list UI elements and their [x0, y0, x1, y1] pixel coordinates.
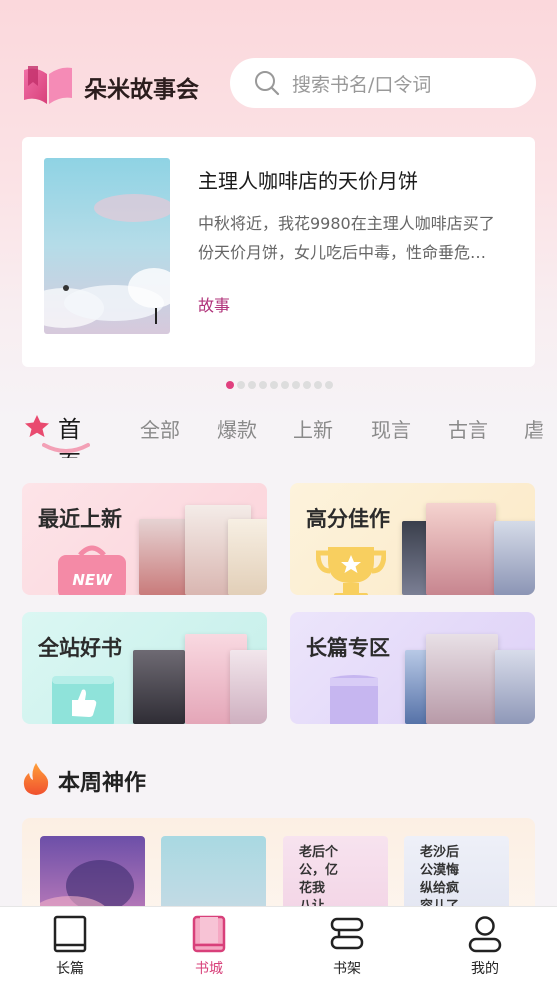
trophy-icon — [316, 547, 386, 595]
search-placeholder: 搜索书名/口令词 — [292, 73, 432, 96]
tab-all[interactable]: 全部 — [140, 414, 180, 443]
nav-item-long-novels[interactable]: 长篇 — [30, 907, 110, 983]
banner-title: 主理人咖啡店的天价月饼 — [198, 169, 418, 193]
search-icon — [255, 71, 280, 96]
category-card-recent[interactable]: 最近上新 NEW — [22, 483, 267, 595]
carousel-dot[interactable] — [270, 381, 278, 389]
shopping-bag-icon: NEW — [58, 545, 126, 595]
nav-item-bookstore[interactable]: 书城 — [169, 907, 249, 983]
carousel-dot[interactable] — [303, 381, 311, 389]
card-title: 长篇专区 — [306, 636, 390, 660]
book-cover — [426, 634, 498, 724]
thumbs-up-icon — [52, 676, 114, 724]
weekly-title: 本周神作 — [58, 771, 147, 796]
app-logo-icon — [24, 66, 72, 104]
banner-tag[interactable]: 故事 — [198, 292, 230, 316]
nav-label: 书架 — [333, 961, 361, 977]
carousel-dot[interactable] — [259, 381, 267, 389]
nav-item-profile[interactable]: 我的 — [445, 907, 525, 983]
book-closed-icon — [53, 915, 87, 953]
category-card-long-series[interactable]: 长篇专区 — [290, 612, 535, 724]
banner-description: 中秋将近，我花9980在主理人咖啡店买了份天价月饼，女儿吃后中毒，性命垂危… — [198, 214, 495, 262]
book-open-icon — [192, 915, 226, 953]
app-header: 朵米故事会 搜索书名/口令词 — [22, 58, 537, 110]
category-card-top-rated[interactable]: 高分佳作 — [290, 483, 535, 595]
book-cover — [495, 650, 535, 724]
book-cover — [494, 521, 535, 595]
nav-label: 长篇 — [56, 961, 84, 977]
book-cover — [230, 650, 267, 724]
book-stack-icon — [330, 675, 378, 724]
banner-book-cover[interactable] — [44, 158, 170, 334]
carousel-dot[interactable] — [325, 381, 333, 389]
book-cover — [139, 519, 189, 595]
tab-new[interactable]: 上新 — [293, 414, 333, 443]
card-title: 高分佳作 — [306, 507, 390, 531]
tab-hot[interactable]: 爆款 — [217, 414, 257, 443]
bottom-navigation: 长篇 书城 书架 我的 — [0, 906, 557, 983]
category-card-best-books[interactable]: 全站好书 — [22, 612, 267, 724]
bookshelf-icon — [330, 917, 364, 950]
featured-banner[interactable]: 主理人咖啡店的天价月饼 中秋将近，我花9980在主理人咖啡店买了份天价月饼，女儿… — [22, 137, 535, 367]
book-cover — [228, 519, 267, 595]
category-tabs: 首页 全部 爆款 上新 现言 古言 虐 — [22, 408, 557, 458]
nav-label: 我的 — [471, 961, 499, 977]
search-input[interactable]: 搜索书名/口令词 — [230, 58, 536, 108]
book-cover — [133, 650, 185, 724]
flame-icon — [23, 763, 49, 795]
tab-ancient-romance[interactable]: 古言 — [448, 414, 488, 443]
carousel-dot[interactable] — [237, 381, 245, 389]
new-badge: NEW — [72, 571, 113, 589]
carousel-dot[interactable] — [292, 381, 300, 389]
user-icon — [468, 916, 502, 953]
nav-label: 书城 — [195, 961, 223, 977]
card-title: 最近上新 — [38, 507, 122, 531]
nav-item-bookshelf[interactable]: 书架 — [307, 907, 387, 983]
app-title: 朵米故事会 — [84, 77, 199, 103]
active-tab-indicator — [42, 443, 90, 453]
carousel-indicator — [226, 381, 333, 389]
carousel-dot[interactable] — [281, 381, 289, 389]
star-icon — [25, 415, 49, 437]
carousel-dot[interactable] — [314, 381, 322, 389]
tab-angst[interactable]: 虐 — [524, 414, 544, 443]
tab-modern-romance[interactable]: 现言 — [371, 414, 411, 443]
carousel-dot[interactable] — [226, 381, 234, 389]
carousel-dot[interactable] — [248, 381, 256, 389]
card-title: 全站好书 — [38, 636, 122, 660]
book-cover — [426, 503, 496, 595]
